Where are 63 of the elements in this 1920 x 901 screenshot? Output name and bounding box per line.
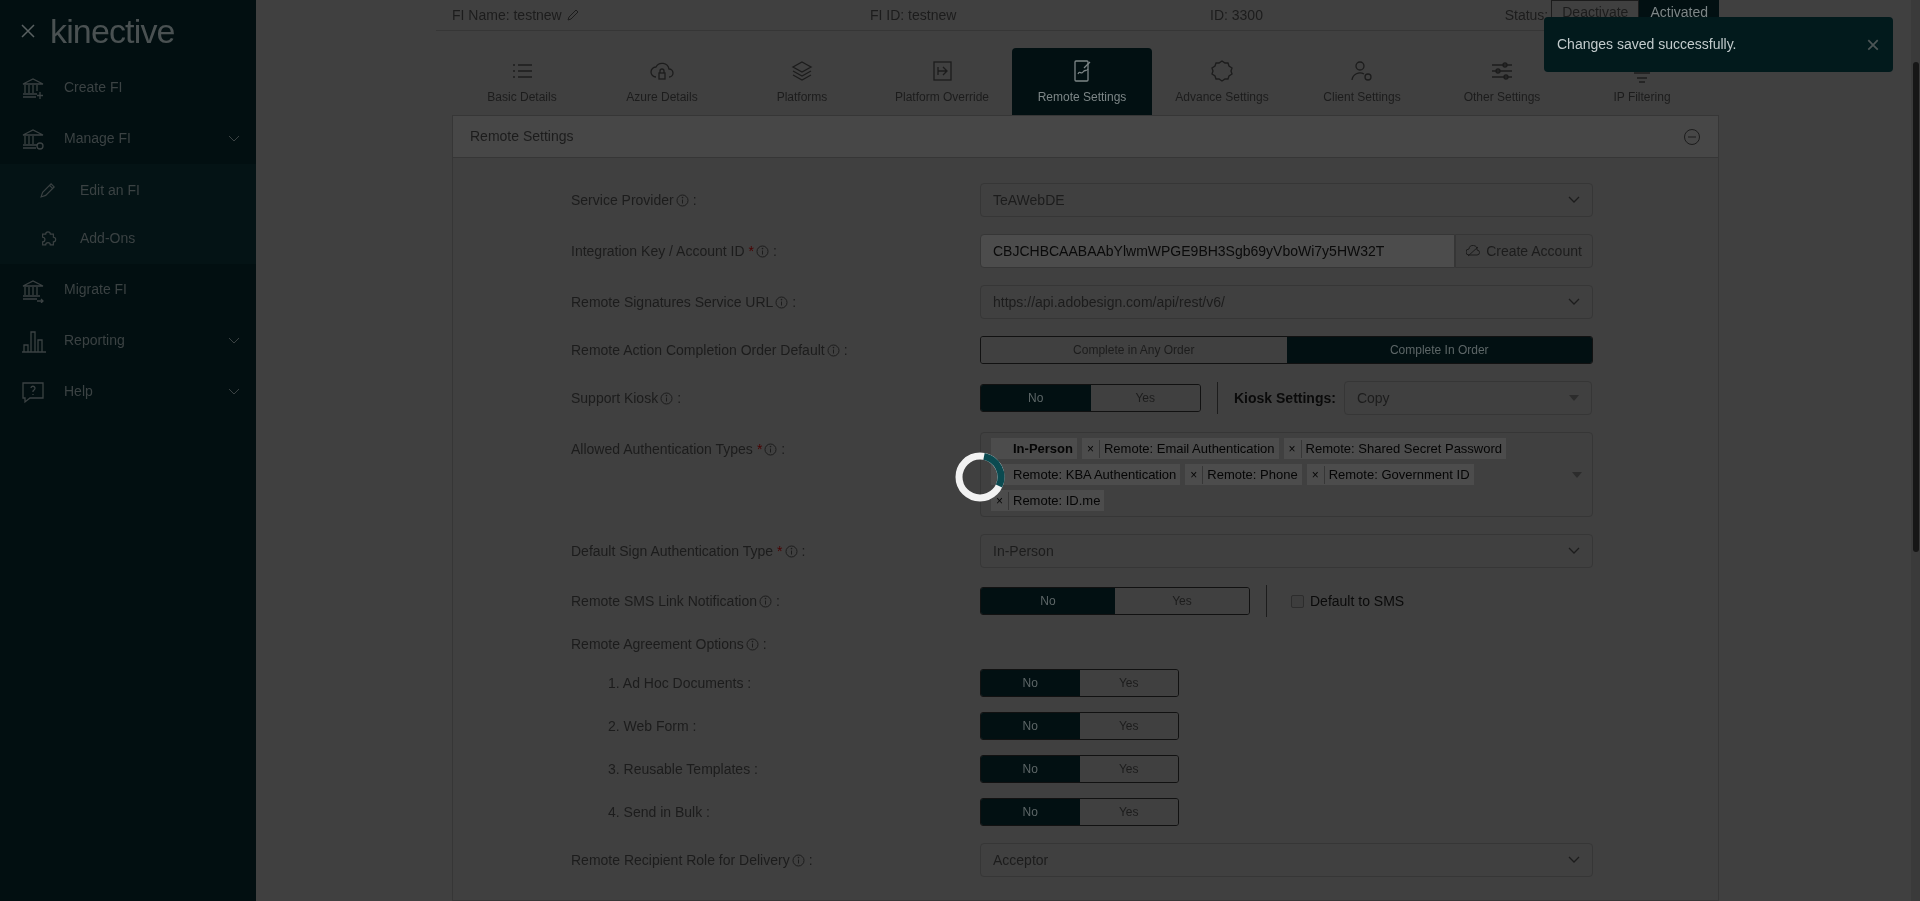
- tag-remove-button[interactable]: ×: [1306, 465, 1325, 484]
- label-colon: :: [773, 241, 777, 261]
- required-mark: *: [756, 440, 763, 459]
- toast-message: Changes saved successfully.: [1557, 35, 1737, 54]
- input-field[interactable]: CBJCHBCAABAAbYlwmWPGE9BH3Sgb69yVboWi7y5HW32T: [980, 234, 1455, 268]
- info-icon[interactable]: [745, 637, 759, 651]
- info-icon[interactable]: [826, 343, 840, 357]
- sidebar-item[interactable]: Manage FI: [0, 113, 256, 164]
- settings-tab[interactable]: Remote Settings: [1012, 48, 1152, 115]
- label-colon: :: [792, 292, 797, 312]
- info-icon[interactable]: [756, 244, 769, 258]
- tag: × Remote: Shared Secret Password: [1283, 438, 1507, 459]
- info-icon[interactable]: [791, 853, 805, 867]
- collapse-icon[interactable]: [1683, 127, 1701, 146]
- multi-select-field[interactable]: In-Person × Remote: Email Authentication × Remote: Shared Secret Password Remote: KBA Authentication × Remote: Phone × Remote: Government ID × Remote: ID.me: [980, 432, 1593, 517]
- tag: Remote: KBA Authentication: [991, 464, 1181, 485]
- tag-remove-button[interactable]: ×: [1081, 439, 1100, 458]
- toggle-option[interactable]: No: [981, 670, 1080, 696]
- chevron-icon: [1568, 298, 1580, 306]
- label-colon: :: [762, 634, 767, 654]
- tag-remove-button[interactable]: ×: [1185, 465, 1204, 484]
- close-button[interactable]: ×: [1866, 32, 1880, 57]
- tag-remove-button[interactable]: ×: [991, 491, 1009, 510]
- info-icon[interactable]: [675, 193, 689, 207]
- sidebar-item[interactable]: Create FI: [0, 62, 256, 113]
- required-mark: *: [748, 241, 754, 261]
- info-icon[interactable]: [775, 295, 789, 309]
- toggle-option[interactable]: Complete In Order: [1286, 337, 1592, 363]
- info-icon[interactable]: [764, 443, 778, 456]
- info-icon[interactable]: [660, 391, 674, 405]
- label-colon: :: [775, 591, 780, 611]
- cloud-icon: [1466, 245, 1481, 257]
- sidebar-item[interactable]: Migrate FI: [0, 264, 256, 315]
- toggle-option[interactable]: No: [981, 799, 1080, 825]
- tag: × Remote: Government ID: [1306, 464, 1474, 485]
- tag: In-Person: [991, 438, 1077, 459]
- toggle-option[interactable]: No: [981, 756, 1080, 782]
- sidebar-item[interactable]: Help: [0, 366, 256, 417]
- label-colon: :: [843, 340, 848, 360]
- label-colon: :: [677, 388, 682, 408]
- sidebar-icon: [38, 180, 58, 200]
- info-icon[interactable]: [758, 594, 772, 608]
- tag-remove-button[interactable]: ×: [1283, 439, 1302, 458]
- pencil-icon[interactable]: [565, 8, 580, 22]
- chevron-icon: [1568, 856, 1580, 864]
- close-icon[interactable]: [20, 23, 36, 39]
- logo: kinective: [50, 14, 175, 48]
- info-icon[interactable]: [784, 544, 798, 558]
- label-colon: :: [808, 850, 813, 870]
- label-colon: :: [781, 440, 786, 459]
- chevron-icon: [1568, 547, 1580, 555]
- scrollbar-thumb[interactable]: [1912, 62, 1919, 552]
- tag: × Remote: ID.me: [991, 490, 1105, 511]
- label-colon: :: [692, 190, 697, 210]
- toggle-option[interactable]: No: [981, 588, 1115, 614]
- chevron-icon: [1568, 196, 1580, 204]
- label-colon: :: [801, 541, 806, 561]
- required-mark: *: [777, 541, 783, 561]
- toggle-option[interactable]: No: [981, 385, 1091, 411]
- tag: × Remote: Email Authentication: [1081, 438, 1279, 459]
- tag: × Remote: Phone: [1185, 464, 1302, 485]
- toggle-option[interactable]: No: [981, 713, 1080, 739]
- sidebar-item[interactable]: Reporting: [0, 315, 256, 366]
